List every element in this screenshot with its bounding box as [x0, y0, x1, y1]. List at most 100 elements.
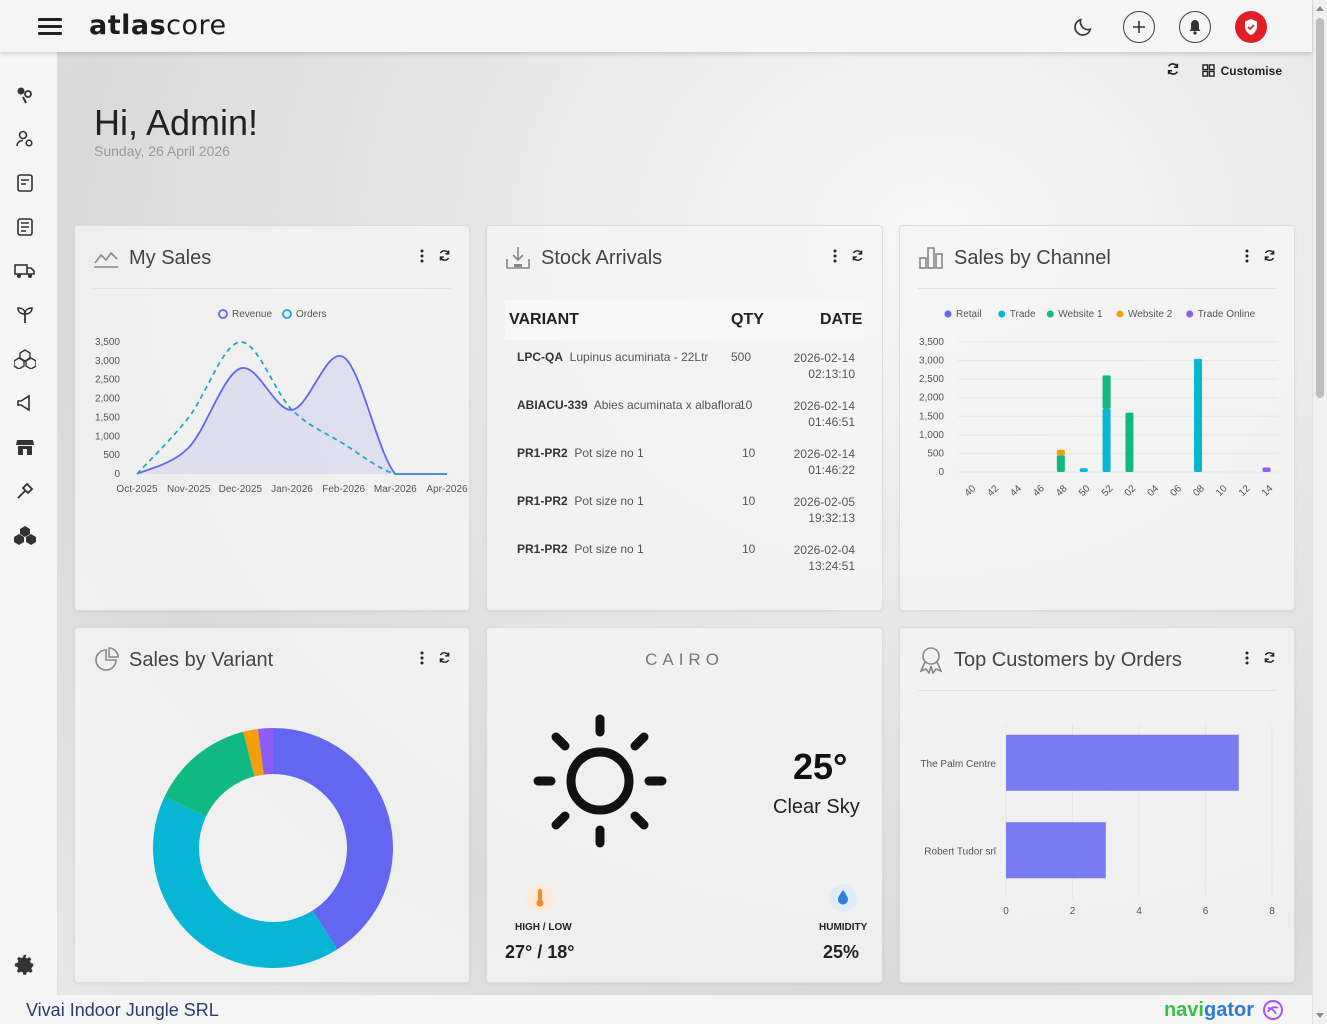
- y-tick-label: 3,500: [95, 337, 120, 348]
- sidebar-inventory-boxes-icon[interactable]: [14, 348, 36, 370]
- legend-marker: [944, 310, 952, 318]
- table-row[interactable]: PR1-PR2 Pot size no 1 10 2026-02-04 13:24…: [517, 542, 857, 582]
- bar-chart-icon: [919, 247, 943, 269]
- menu-icon[interactable]: [38, 18, 62, 36]
- legend-marker: [282, 309, 292, 319]
- sidebar-marketing-megaphone-icon[interactable]: [14, 392, 36, 414]
- table-row[interactable]: LPC-QA Lupinus acuminata - 22Ltr 500 202…: [517, 350, 857, 390]
- refresh-icon[interactable]: [1263, 651, 1276, 669]
- sales-by-variant-donut: [152, 728, 394, 968]
- y-tick-label: 3,500: [919, 337, 944, 348]
- card-title: Top Customers by Orders: [954, 648, 1182, 671]
- series-area: [137, 355, 447, 474]
- settings-gear-icon[interactable]: [14, 954, 36, 976]
- x-tick-label: 8: [1269, 906, 1275, 917]
- y-tick-label: 2,500: [95, 375, 120, 386]
- legend-label: Website 2: [1128, 309, 1173, 320]
- weather-temperature: 25°: [793, 746, 848, 787]
- security-shield-icon[interactable]: [1235, 11, 1267, 43]
- bar: [1006, 822, 1106, 879]
- table-row[interactable]: PR1-PR2 Pot size no 1 10 2026-02-14 01:46…: [517, 446, 857, 486]
- x-tick-label: Nov-2025: [167, 484, 211, 495]
- sales-by-variant-card: Sales by Variant: [74, 627, 470, 983]
- y-tick-label: 0: [114, 469, 120, 480]
- more-options-icon[interactable]: [420, 249, 424, 268]
- sidebar-orders-icon[interactable]: [14, 172, 36, 194]
- scrollbar-thumb[interactable]: [1316, 18, 1324, 398]
- dark-mode-moon-icon[interactable]: [1067, 11, 1099, 43]
- navigator-logo-icon[interactable]: [1262, 999, 1284, 1021]
- column-header-date[interactable]: DATE: [820, 311, 862, 329]
- x-tick-label: 46: [1031, 483, 1047, 499]
- y-tick-label: 1,500: [919, 411, 944, 422]
- table-row[interactable]: ABIACU-339 Abies acuminata x albaflora 1…: [517, 398, 857, 438]
- bar: [1125, 412, 1134, 472]
- bar: [1262, 467, 1271, 472]
- more-options-icon[interactable]: [833, 249, 837, 268]
- x-tick-label: 04: [1146, 483, 1162, 499]
- refresh-all-icon[interactable]: [1166, 62, 1180, 79]
- x-tick-label: 10: [1214, 483, 1230, 499]
- bar: [1194, 358, 1202, 472]
- notification-bell-icon[interactable]: [1179, 11, 1211, 43]
- sidebar-store-icon[interactable]: [14, 436, 36, 458]
- x-tick-label: Oct-2025: [116, 484, 158, 495]
- thermometer-icon: [526, 884, 554, 912]
- pie-slice: [152, 796, 338, 968]
- sales-by-channel-chart: Retail Trade Website 1 Website 2 Trade Onlin…: [919, 309, 1278, 499]
- sidebar-modules-icon[interactable]: [14, 524, 36, 546]
- y-tick-label: Robert Tudor srl: [924, 846, 996, 857]
- humidity-label: HUMIDITY: [819, 922, 868, 933]
- sidebar-tools-icon[interactable]: [14, 480, 36, 502]
- refresh-icon[interactable]: [438, 651, 451, 669]
- legend-label: Trade Online: [1198, 309, 1256, 320]
- y-tick-label: 1,000: [919, 430, 944, 441]
- x-tick-label: 02: [1123, 483, 1139, 499]
- bar: [1056, 449, 1065, 456]
- add-icon[interactable]: [1123, 11, 1155, 43]
- bar: [1056, 455, 1065, 472]
- customise-label: Customise: [1220, 63, 1282, 78]
- x-tick-label: 12: [1237, 483, 1253, 499]
- refresh-icon[interactable]: [438, 249, 451, 267]
- sidebar-seedling-icon[interactable]: [14, 304, 36, 326]
- bar: [1102, 408, 1111, 472]
- customise-button[interactable]: Customise: [1201, 63, 1282, 78]
- more-options-icon[interactable]: [1245, 651, 1249, 670]
- page-scrollbar[interactable]: [1312, 0, 1327, 1024]
- y-tick-label: 500: [103, 450, 120, 461]
- footer: Vivai Indoor Jungle SRL navigator: [0, 995, 1312, 1024]
- card-title: Sales by Channel: [954, 246, 1111, 269]
- sidebar-invoices-icon[interactable]: [14, 216, 36, 238]
- bar: [1079, 468, 1088, 472]
- x-tick-label: Jan-2026: [271, 484, 313, 495]
- x-tick-label: 0: [1003, 906, 1009, 917]
- card-title: Sales by Variant: [129, 648, 274, 671]
- sidebar-plants-icon[interactable]: [14, 84, 36, 106]
- refresh-icon[interactable]: [1263, 249, 1276, 267]
- column-header-qty[interactable]: QTY: [731, 311, 764, 329]
- card-title: My Sales: [129, 246, 212, 269]
- more-options-icon[interactable]: [420, 651, 424, 670]
- divider: [918, 690, 1276, 691]
- x-tick-label: 40: [963, 483, 979, 499]
- app-logo[interactable]: atlascore: [89, 10, 227, 41]
- scroll-up-arrow-icon[interactable]: [1316, 6, 1324, 11]
- column-header-variant[interactable]: VARIANT: [509, 311, 579, 329]
- scroll-down-arrow-icon[interactable]: [1316, 1013, 1324, 1018]
- sales-by-channel-card: Sales by Channel Retail Trade Website 1 Web…: [899, 225, 1295, 611]
- navigator-brand[interactable]: navigator: [1164, 999, 1254, 1022]
- refresh-icon[interactable]: [851, 249, 864, 267]
- more-options-icon[interactable]: [1245, 249, 1249, 268]
- x-tick-label: 4: [1136, 906, 1142, 917]
- x-tick-label: Dec-2025: [219, 484, 263, 495]
- sidebar-delivery-truck-icon[interactable]: [14, 260, 36, 282]
- high-low-value: 27° / 18°: [505, 942, 575, 962]
- x-tick-label: 52: [1100, 483, 1116, 499]
- weather-card: CAIRO 25° Clear Sky HIGH / LOW 27° / 18°…: [486, 627, 883, 983]
- pie-chart-icon: [95, 647, 119, 671]
- table-row[interactable]: PR1-PR2 Pot size no 1 10 2026-02-05 19:32…: [517, 494, 857, 534]
- humidity-drop-icon: [829, 884, 857, 912]
- sidebar-customers-icon[interactable]: [14, 128, 36, 150]
- greeting-title: Hi, Admin!: [94, 102, 259, 143]
